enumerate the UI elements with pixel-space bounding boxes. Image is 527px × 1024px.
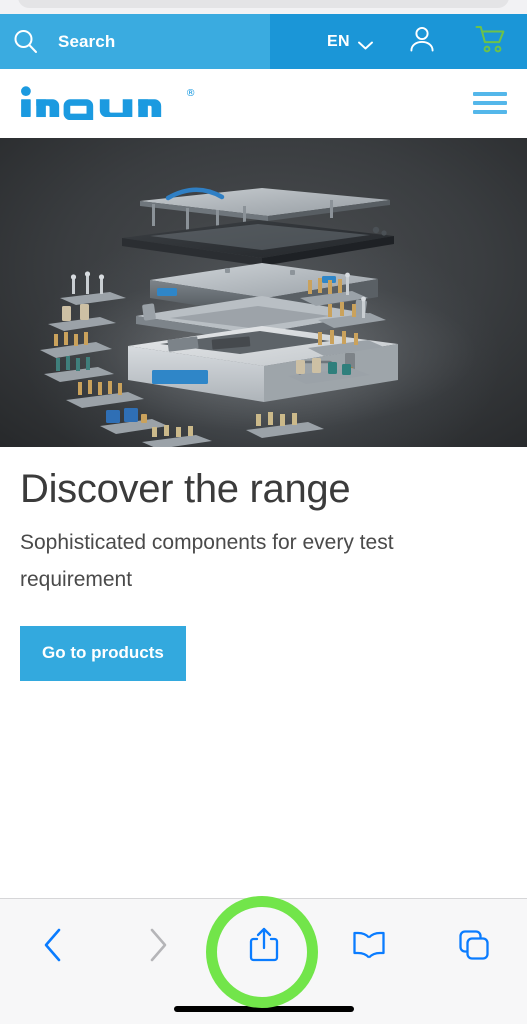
search-icon	[12, 28, 39, 55]
forward-button[interactable]	[105, 899, 210, 991]
cart-button[interactable]	[455, 14, 527, 69]
chevron-down-icon	[358, 37, 373, 50]
chevron-right-icon	[147, 928, 169, 962]
tabs-button[interactable]	[422, 899, 527, 991]
menu-bar-1	[473, 92, 507, 96]
page-title: Discover the range	[20, 467, 351, 511]
home-indicator	[173, 1006, 354, 1012]
url-bar-sliver[interactable]	[0, 0, 527, 14]
url-bar-pill[interactable]	[18, 0, 509, 8]
hero-product-render	[0, 138, 527, 447]
search-input[interactable]: Search	[0, 14, 270, 69]
browser-toolbar	[0, 898, 527, 1024]
page-subtitle: Sophisticated components for every test …	[20, 530, 394, 591]
hamburger-menu-icon[interactable]	[473, 92, 507, 114]
go-to-products-button[interactable]: Go to products	[20, 626, 186, 682]
chevron-left-icon	[42, 928, 64, 962]
menu-bar-2	[473, 101, 507, 105]
hero-content: Discover the range Sophisticated compone…	[0, 447, 527, 682]
registered-trademark-icon: ®	[185, 88, 196, 99]
tabs-icon	[458, 929, 490, 961]
language-code-label: EN	[326, 32, 350, 50]
hero-image	[0, 138, 527, 447]
share-button[interactable]	[211, 899, 316, 991]
language-selector[interactable]: EN	[311, 14, 389, 69]
book-icon	[352, 931, 386, 959]
search-placeholder-label: Search	[58, 31, 116, 51]
site-header: ®	[0, 69, 527, 138]
ingun-logo[interactable]: ®	[20, 86, 196, 120]
bookmarks-button[interactable]	[316, 899, 421, 991]
safari-browser-screen: Search EN ® Discover the range Sophistic…	[0, 0, 527, 1024]
back-button[interactable]	[0, 899, 105, 991]
cart-icon	[475, 25, 507, 59]
toolbar-buttons	[0, 899, 527, 991]
account-button[interactable]	[389, 14, 455, 69]
user-icon	[408, 24, 436, 59]
menu-bar-3	[473, 110, 507, 114]
site-utility-bar: Search EN	[0, 14, 527, 69]
utility-actions: EN	[270, 14, 527, 69]
share-icon	[249, 927, 279, 963]
